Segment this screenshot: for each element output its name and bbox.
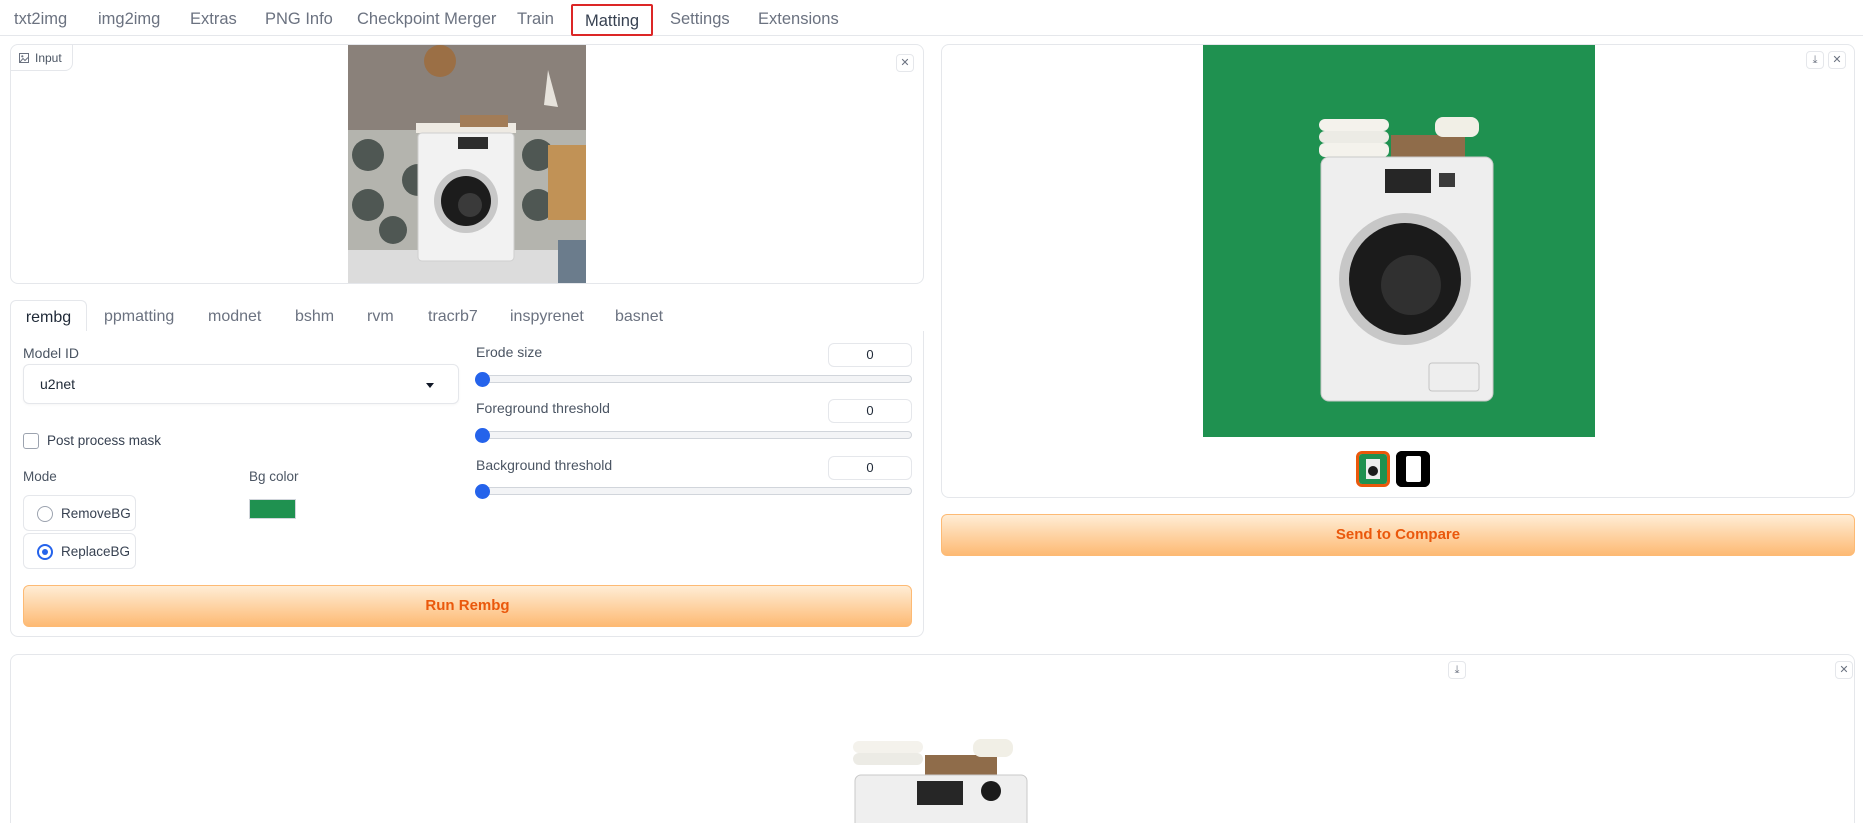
close-icon[interactable]: ✕ [896, 54, 914, 72]
input-photo [348, 45, 586, 283]
background-threshold-label: Background threshold [476, 457, 613, 473]
tab-basnet[interactable]: basnet [615, 300, 663, 332]
erode-size-input[interactable]: 0 [828, 343, 912, 367]
mode-label: Mode [23, 469, 57, 484]
removebg-radio[interactable] [37, 506, 53, 522]
send-to-compare-button[interactable]: Send to Compare [941, 514, 1855, 556]
close-icon[interactable]: ✕ [1835, 661, 1853, 679]
mode-option-replacebg[interactable]: ReplaceBG [23, 533, 136, 569]
output-result-image [1203, 45, 1595, 437]
chevron-down-icon [426, 383, 434, 388]
background-threshold-input[interactable]: 0 [828, 456, 912, 480]
mode-option-removebg[interactable]: RemoveBG [23, 495, 136, 531]
background-threshold-slider[interactable] [481, 487, 912, 495]
post-process-checkbox[interactable] [23, 433, 39, 449]
tab-train[interactable]: Train [517, 0, 554, 36]
image-icon [19, 52, 29, 63]
replacebg-radio[interactable] [37, 544, 53, 560]
tab-tracrb7[interactable]: tracrb7 [428, 300, 478, 332]
foreground-threshold-label: Foreground threshold [476, 400, 610, 416]
tab-settings[interactable]: Settings [670, 0, 730, 36]
foreground-threshold-slider[interactable] [481, 431, 912, 439]
foreground-threshold-input[interactable]: 0 [828, 399, 912, 423]
input-label: Input [11, 45, 73, 71]
tab-matting[interactable]: Matting [571, 4, 654, 36]
tab-extras[interactable]: Extras [190, 0, 237, 36]
erode-size-slider[interactable] [481, 375, 912, 383]
background-threshold-slider-thumb[interactable] [475, 484, 490, 499]
tab-png-info[interactable]: PNG Info [265, 0, 333, 36]
tab-txt2img[interactable]: txt2img [14, 0, 67, 36]
bg-color-label: Bg color [249, 469, 299, 484]
post-process-label: Post process mask [47, 433, 162, 448]
input-label-text: Input [35, 50, 62, 65]
compare-image [853, 739, 1028, 823]
erode-size-slider-thumb[interactable] [475, 372, 490, 387]
top-tab-bar: txt2img img2img Extras PNG Info Checkpoi… [0, 0, 1863, 36]
input-image-panel[interactable]: Input ✕ [10, 44, 924, 284]
tab-ppmatting[interactable]: ppmatting [104, 300, 174, 332]
model-id-label: Model ID [23, 345, 80, 361]
tab-modnet[interactable]: modnet [208, 300, 261, 332]
tab-rvm[interactable]: rvm [367, 300, 394, 332]
tab-rembg[interactable]: rembg [10, 300, 87, 332]
replacebg-label: ReplaceBG [61, 544, 131, 559]
tab-img2img[interactable]: img2img [98, 0, 160, 36]
bg-color-picker[interactable] [249, 499, 296, 519]
mask-thumbnail[interactable] [1396, 451, 1430, 487]
download-icon[interactable]: ⤓ [1806, 51, 1824, 69]
model-id-select[interactable]: u2net [23, 364, 459, 404]
run-rembg-button[interactable]: Run Rembg [23, 585, 912, 627]
download-icon[interactable]: ⤓ [1448, 661, 1466, 679]
erode-size-label: Erode size [476, 344, 543, 360]
compare-panel: ⤓ ✕ [10, 654, 1855, 823]
tab-extensions[interactable]: Extensions [758, 0, 839, 36]
close-icon[interactable]: ✕ [1828, 51, 1846, 69]
tab-inspyrenet[interactable]: inspyrenet [510, 300, 584, 332]
removebg-label: RemoveBG [61, 506, 131, 521]
result-thumbnail[interactable] [1356, 451, 1390, 487]
tab-checkpoint-merger[interactable]: Checkpoint Merger [357, 0, 496, 36]
model-id-value: u2net [40, 376, 76, 392]
tab-bshm[interactable]: bshm [295, 300, 334, 332]
foreground-threshold-slider-thumb[interactable] [475, 428, 490, 443]
output-gallery-panel: ⤓ ✕ [941, 44, 1855, 498]
